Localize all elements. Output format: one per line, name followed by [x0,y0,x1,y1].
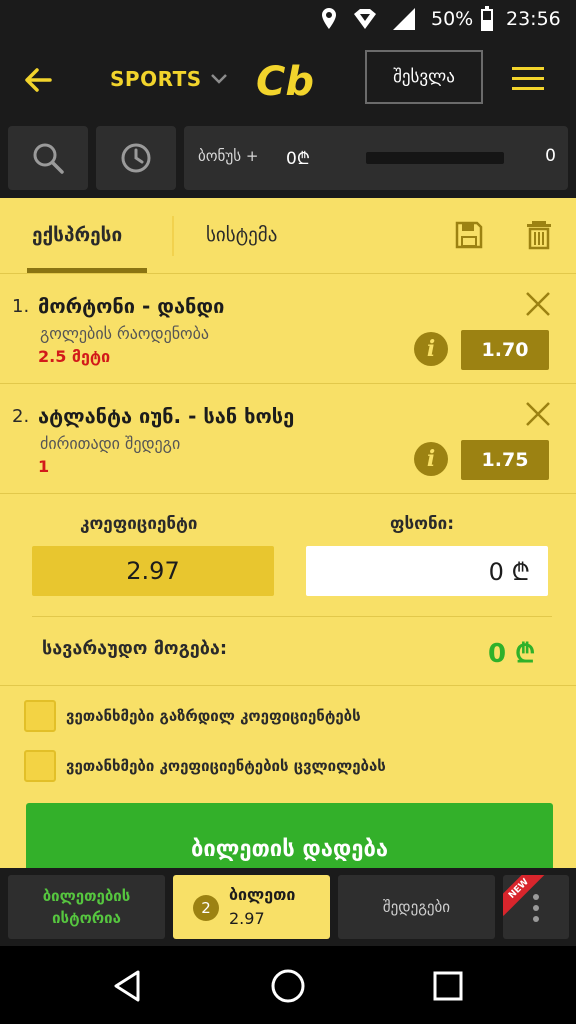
odd-value[interactable]: 1.70 [461,330,549,370]
more-menu-button[interactable]: NEW [503,875,569,939]
trash-icon[interactable] [524,220,554,250]
tab-results[interactable]: შედეგები [338,875,495,939]
nav-home-icon[interactable] [268,966,308,1006]
app-bar: SPORTS Cb შესვლა [0,40,576,120]
bonus-progress[interactable]: ბონუს + 0₾ 0 [184,126,568,190]
info-icon[interactable]: i [414,332,448,366]
history-clock-button[interactable] [96,126,176,190]
place-bet-button[interactable]: ბილეთის დადება [26,803,553,868]
stake-input[interactable]: 0 ₾ [306,546,548,596]
tab-express[interactable]: ექსპრესი [32,224,122,246]
bottom-tab-bar: ბილეთების ისტორია 2 ბილეთი 2.97 შედეგები… [0,868,576,946]
bet-market: ძირითადი შედეგი [40,434,181,453]
battery-percentage: 50% [431,8,474,30]
login-button[interactable]: შესვლა [365,50,483,104]
signal-icon [393,8,415,30]
bet-pick: 1 [38,457,50,476]
nav-recents-icon[interactable] [428,966,468,1006]
bet-market: გოლების რაოდენობა [40,324,210,343]
more-vertical-icon [533,894,539,922]
slip-count-badge: 2 [193,895,219,921]
total-coefficient-value: 2.97 [32,546,274,596]
status-icons [320,7,416,31]
clock-icon [121,143,151,173]
back-arrow-icon[interactable] [20,62,56,98]
clock: 23:56 [506,8,561,30]
divider [32,616,552,617]
bonus-progress-bar [366,152,504,164]
slip-tabs: ექსპრესი სისტემა [0,198,576,274]
search-icon [33,143,64,174]
hamburger-menu-icon[interactable] [512,66,544,92]
bet-item: 2. ატლანტა იუნ. - სან ხოსე ძირითადი შედე… [0,384,576,494]
active-tab-indicator [27,268,147,273]
bet-item: 1. მორტონი - დანდი გოლების რაოდენობა 2.5… [0,274,576,384]
save-icon[interactable] [454,220,484,250]
bet-slip-panel: ექსპრესი სისტემა 1. მორტონი - დანდი გოლე… [0,198,576,868]
accept-increased-odds-row[interactable]: ვეთანხმები გაზრდილ კოეფიციენტებს [24,700,361,732]
divider [0,685,576,686]
slip-label: ბილეთი [229,885,296,904]
logo-text: Cb [256,59,314,103]
bonus-label: ბონუს + [198,147,259,165]
chevron-down-icon [210,74,227,84]
sports-label: SPORTS [110,67,202,91]
tab-bet-slip[interactable]: 2 ბილეთი 2.97 [173,875,330,939]
close-icon[interactable] [524,290,552,318]
accept-odds-change-row[interactable]: ვეთანხმები კოეფიციენტების ცვლილებას [24,750,386,782]
nav-back-icon[interactable] [108,966,148,1006]
slip-odds: 2.97 [229,909,265,928]
battery-icon [481,6,493,31]
crystalbet-logo[interactable]: Cb [254,57,324,103]
system-nav-bar [0,946,576,1024]
accept-odds-change-checkbox[interactable] [24,750,56,782]
bonus-value: 0₾ [286,149,310,169]
potential-win-label: სავარაუდო მოგება: [42,638,228,659]
tab-system[interactable]: სისტემა [206,224,277,246]
checkbox-label: ვეთანხმები გაზრდილ კოეფიციენტებს [66,707,361,725]
sports-dropdown[interactable]: SPORTS [110,67,228,91]
tab-bet-history[interactable]: ბილეთების ისტორია [8,875,165,939]
accept-increased-odds-checkbox[interactable] [24,700,56,732]
bet-number: 2. [12,406,30,427]
search-button[interactable] [8,126,88,190]
history-label-line1: ბილეთების [42,887,131,905]
status-bar: 50% 23:56 [0,0,576,40]
bet-number: 1. [12,296,30,317]
total-coefficient-label: კოეფიციენტი [80,514,198,534]
search-row: ბონუს + 0₾ 0 [0,120,576,198]
bet-pick: 2.5 მეტი [38,347,111,366]
new-badge: NEW [503,875,546,916]
history-label-line2: ისტორია [52,909,121,927]
bet-match-title: ატლანტა იუნ. - სან ხოსე [38,404,295,428]
data-saver-icon [354,9,376,29]
location-icon [322,8,336,29]
close-icon[interactable] [524,400,552,428]
bonus-count: 0 [545,146,556,166]
stake-label: ფსონი: [390,514,455,534]
tab-divider [172,216,174,256]
checkbox-label: ვეთანხმები კოეფიციენტების ცვლილებას [66,757,386,775]
potential-win-value: 0 ₾ [488,639,536,669]
info-icon[interactable]: i [414,442,448,476]
bet-match-title: მორტონი - დანდი [38,294,225,318]
odd-value[interactable]: 1.75 [461,440,549,480]
